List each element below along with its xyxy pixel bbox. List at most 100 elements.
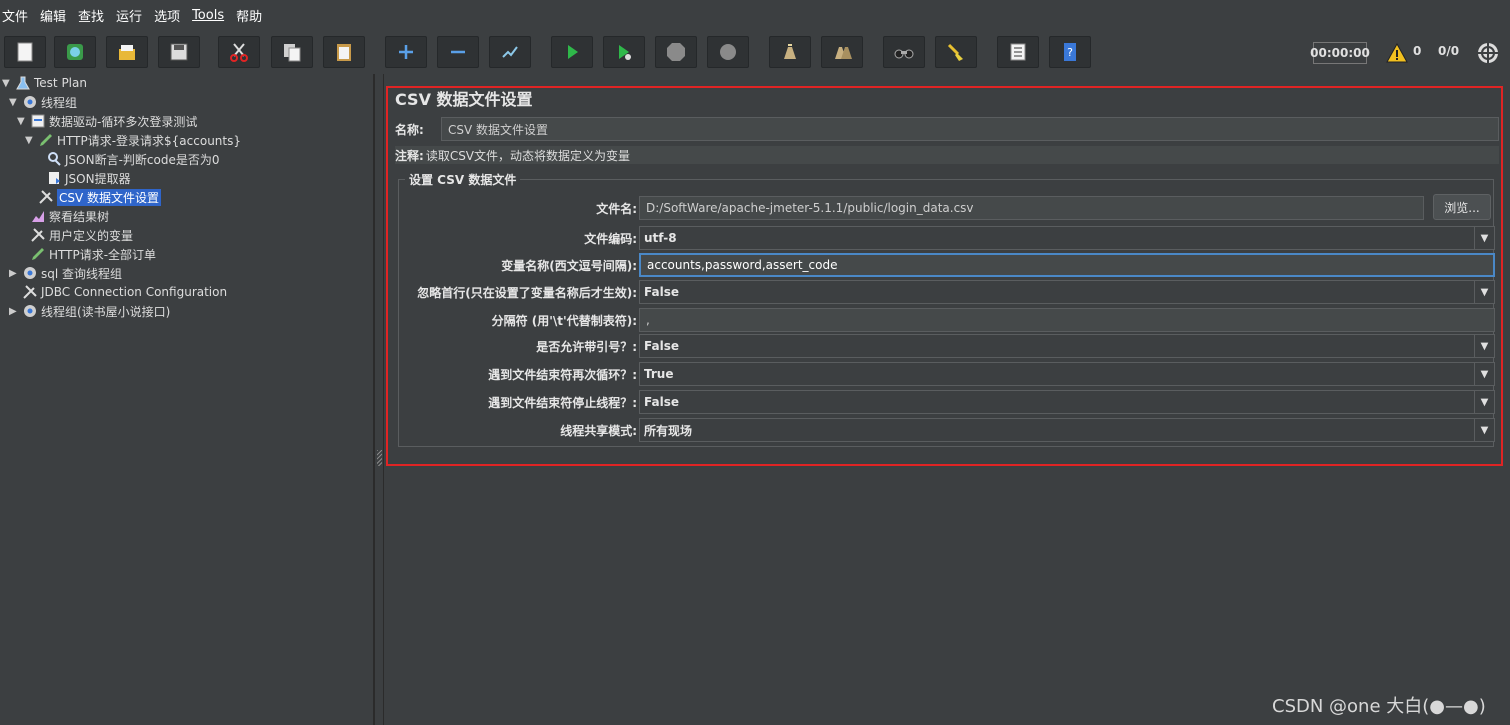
menu-file[interactable]: 文件 [2,6,34,25]
menu-tools[interactable]: Tools [192,8,230,23]
help-button[interactable]: ? [1049,36,1091,68]
tree-node-http-all-orders[interactable]: HTTP请求-全部订单 [29,245,156,263]
new-button[interactable] [4,36,46,68]
start-no-pause-button[interactable] [603,36,645,68]
tree-node-json-assertion[interactable]: JSON断言-判断code是否为0 [45,150,219,168]
tree-node-label: 数据驱动-循环多次登录测试 [49,114,198,129]
sharing-mode-select[interactable]: 所有现场 ▼ [639,418,1495,442]
menu-options[interactable]: 选项 [154,6,186,25]
tree-node-label: HTTP请求-登录请求${accounts} [57,133,242,148]
menu-help[interactable]: 帮助 [236,6,268,25]
tree-node-test-plan[interactable]: ▼ Test Plan [2,74,87,92]
filename-label: 文件名: [596,201,637,216]
stop-thread-eof-row: 遇到文件结束符停止线程？: False ▼ [399,389,1495,415]
start-no-pause-icon [619,45,631,60]
expand-arrow-icon[interactable]: ▼ [2,78,12,89]
tree-node-label: Test Plan [34,76,87,90]
encoding-label: 文件编码: [584,231,637,246]
variable-names-input[interactable]: accounts,password,assert_code [639,253,1495,277]
csv-config-panel: CSV 数据文件设置 名称: CSV 数据文件设置 注释: 读取CSV文件，动态… [385,74,1510,725]
stop-icon [667,43,685,61]
comment-input[interactable]: 读取CSV文件，动态将数据定义为变量 [426,147,630,164]
open-button[interactable] [106,36,148,68]
config-tools-icon [37,188,55,206]
expand-button[interactable] [385,36,427,68]
tree-node-thread-group[interactable]: ▼ 线程组 [9,93,77,111]
stop-button[interactable] [655,36,697,68]
expand-arrow-icon[interactable]: ▼ [25,135,35,146]
tree-node-view-results-tree[interactable]: 察看结果树 [29,207,109,225]
new-icon [17,42,33,62]
name-input[interactable]: CSV 数据文件设置 [441,117,1499,141]
collapse-button[interactable] [437,36,479,68]
splitter-grip[interactable] [377,450,382,466]
chevron-down-icon[interactable]: ▼ [1474,419,1494,441]
delimiter-row: 分隔符 (用'\t'代替制表符): , [399,307,1495,333]
menu-run[interactable]: 运行 [116,6,148,25]
paste-button[interactable] [323,36,365,68]
cut-button[interactable] [218,36,260,68]
browse-button[interactable]: 浏览... [1433,194,1491,220]
toggle-icon [502,46,518,58]
start-button[interactable] [551,36,593,68]
toggle-button[interactable] [489,36,531,68]
reset-search-button[interactable] [935,36,977,68]
save-button[interactable] [158,36,200,68]
shutdown-button[interactable] [707,36,749,68]
menu-edit[interactable]: 编辑 [40,6,72,25]
toolbar: ? 00:00:00 0 0/0 [0,33,1510,73]
tree-node-label: 线程组(读书屋小说接口) [41,304,171,319]
menu-search[interactable]: 查找 [78,6,110,25]
tree-node-sql-thread-group[interactable]: ▶ sql 查询线程组 [9,264,122,282]
clear-all-icon [835,47,852,59]
tree-node-label: 线程组 [41,95,78,110]
chevron-down-icon[interactable]: ▼ [1474,391,1494,413]
chevron-down-icon[interactable]: ▼ [1474,335,1494,357]
allow-quoted-select[interactable]: False ▼ [639,334,1495,358]
collapse-arrow-icon[interactable]: ▶ [9,268,19,279]
warning-icon[interactable] [1386,42,1408,64]
clear-button[interactable] [769,36,811,68]
stop-thread-eof-select[interactable]: False ▼ [639,390,1495,414]
expand-arrow-icon[interactable]: ▼ [17,116,27,127]
function-helper-button[interactable] [997,36,1039,68]
tree-node-user-defined-vars[interactable]: 用户定义的变量 [29,226,133,244]
remote-globe-icon[interactable] [1476,41,1500,65]
elapsed-timer: 00:00:00 [1310,42,1370,64]
tree-node-csv-data-set[interactable]: CSV 数据文件设置 [37,188,162,206]
delimiter-label: 分隔符 (用'\t'代替制表符): [491,313,637,328]
panel-splitter[interactable] [374,74,384,725]
allow-quoted-row: 是否允许带引号？: False ▼ [399,333,1495,359]
templates-icon [67,44,83,60]
jmeter-window: 文件 编辑 查找 运行 选项 Tools 帮助 ? 00:00:00 0 0/0 [0,0,1510,725]
collapse-arrow-icon[interactable]: ▶ [9,306,19,317]
encoding-select[interactable]: utf-8 ▼ [639,226,1495,250]
encoding-value: utf-8 [644,231,677,245]
open-icon [119,45,135,60]
tree-node-jdbc-config[interactable]: JDBC Connection Configuration [21,283,227,301]
extractor-icon [45,169,63,187]
tree-node-label: CSV 数据文件设置 [57,188,162,206]
clear-all-button[interactable] [821,36,863,68]
panel-title: CSV 数据文件设置 [395,90,533,109]
chevron-down-icon[interactable]: ▼ [1474,227,1494,249]
chevron-down-icon[interactable]: ▼ [1474,363,1494,385]
svg-text:?: ? [1067,46,1073,59]
expand-arrow-icon[interactable]: ▼ [9,97,19,108]
search-button[interactable] [883,36,925,68]
recycle-eof-select[interactable]: True ▼ [639,362,1495,386]
ignore-first-line-select[interactable]: False ▼ [639,280,1495,304]
tree-node-loop-controller[interactable]: ▼ 数据驱动-循环多次登录测试 [17,112,197,130]
templates-button[interactable] [54,36,96,68]
copy-button[interactable] [271,36,313,68]
ignore-first-line-row: 忽略首行(只在设置了变量名称后才生效): False ▼ [399,279,1495,305]
tree-node-json-extractor[interactable]: JSON提取器 [45,169,131,187]
tree-node-http-login[interactable]: ▼ HTTP请求-登录请求${accounts} [25,131,241,149]
tree-node-book-thread-group[interactable]: ▶ 线程组(读书屋小说接口) [9,302,170,320]
watermark: CSDN @one 大白(●—●) [1272,696,1486,717]
filename-input[interactable]: D:/SoftWare/apache-jmeter-5.1.1/public/l… [639,196,1424,220]
delimiter-input[interactable]: , [639,308,1495,332]
gear-icon [21,302,39,320]
listener-icon [29,207,47,225]
chevron-down-icon[interactable]: ▼ [1474,281,1494,303]
